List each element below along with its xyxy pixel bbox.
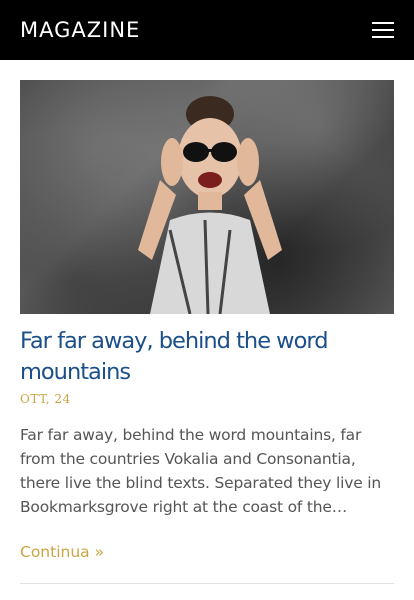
post-featured-image[interactable]: [20, 80, 394, 314]
site-brand[interactable]: MAGAZINE: [20, 18, 140, 42]
post-date: OTT, 24: [20, 392, 71, 406]
top-bar: MAGAZINE: [0, 0, 414, 60]
read-more-link[interactable]: Continua »: [20, 543, 104, 561]
divider: [20, 582, 394, 584]
post-title[interactable]: Far far away, behind the word mountains: [20, 326, 394, 388]
post-list: Far far away, behind the word mountains …: [0, 60, 414, 584]
hamburger-menu-icon[interactable]: [372, 22, 394, 38]
menu-bar-line: [372, 29, 394, 31]
menu-bar-line: [372, 22, 394, 24]
post-excerpt: Far far away, behind the word mountains,…: [20, 426, 381, 516]
menu-bar-line: [372, 36, 394, 38]
woman-illustration: [138, 96, 282, 314]
post-card: Far far away, behind the word mountains …: [20, 80, 394, 584]
